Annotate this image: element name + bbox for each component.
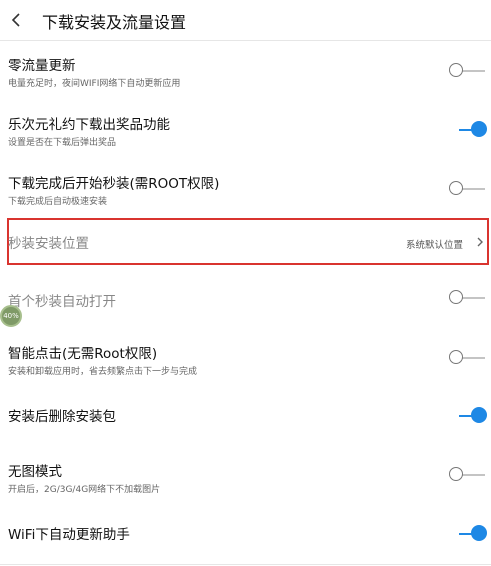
setting-label: 下载完成后开始秒装(需ROOT权限): [8, 176, 220, 192]
progress-badge: 40%: [0, 305, 22, 327]
toggle-knob: [449, 350, 463, 364]
chevron-right-icon: [475, 234, 485, 248]
toggle-switch[interactable]: [449, 61, 487, 81]
setting-label: 无图模式: [8, 464, 62, 480]
setting-zero-traffic-update[interactable]: 零流量更新 电量充足时，夜间WIFI网络下自动更新应用: [0, 50, 491, 98]
toggle-knob: [471, 407, 487, 423]
setting-label: 智能点击(无需Root权限): [8, 346, 158, 362]
setting-label: 乐次元礼约下载出奖品功能: [8, 117, 170, 133]
setting-delete-package[interactable]: 安装后删除安装包: [0, 403, 491, 429]
divider: [0, 564, 491, 565]
setting-prize-popup[interactable]: 乐次元礼约下载出奖品功能 设置是否在下载后弹出奖品: [0, 109, 491, 157]
setting-no-image-mode[interactable]: 无图模式 开启后，2G/3G/4G网络下不加载图片: [0, 456, 491, 504]
toggle-switch[interactable]: [449, 348, 487, 368]
setting-wifi-auto-update[interactable]: WiFi下自动更新助手: [0, 521, 491, 547]
toggle-switch[interactable]: [449, 120, 487, 140]
toggle-knob: [449, 181, 463, 195]
header-bar: 下载安装及流量设置: [0, 0, 491, 41]
toggle-switch[interactable]: [449, 524, 487, 544]
toggle-switch[interactable]: [449, 288, 487, 308]
setting-label: 秒装安装位置: [8, 236, 89, 252]
setting-description: 电量充足时，夜间WIFI网络下自动更新应用: [8, 79, 181, 89]
setting-label: 零流量更新: [8, 58, 76, 74]
toggle-knob: [449, 467, 463, 481]
setting-smart-click[interactable]: 智能点击(无需Root权限) 安装和卸载应用时，省去频繁点击下一步与完成: [0, 338, 491, 386]
toggle-switch[interactable]: [449, 179, 487, 199]
setting-description: 设置是否在下载后弹出奖品: [8, 138, 117, 148]
toggle-knob: [449, 63, 463, 77]
setting-auto-open-first[interactable]: 首个秒装自动打开: [0, 288, 491, 312]
setting-description: 下载完成后自动极速安装: [8, 197, 108, 207]
toggle-knob: [471, 121, 487, 137]
setting-description: 开启后，2G/3G/4G网络下不加载图片: [8, 485, 161, 495]
setting-label: 安装后删除安装包: [8, 409, 116, 425]
install-location-value: 系统默认位置: [405, 240, 463, 251]
setting-label: 首个秒装自动打开: [8, 294, 116, 310]
toggle-knob: [471, 525, 487, 541]
toggle-switch[interactable]: [449, 406, 487, 426]
toggle-switch[interactable]: [449, 465, 487, 485]
setting-label: WiFi下自动更新助手: [8, 527, 130, 543]
page-title: 下载安装及流量设置: [42, 13, 187, 32]
back-arrow-icon[interactable]: [8, 10, 24, 30]
setting-instant-install[interactable]: 下载完成后开始秒装(需ROOT权限) 下载完成后自动极速安装: [0, 168, 491, 216]
toggle-knob: [449, 290, 463, 304]
setting-description: 安装和卸载应用时，省去频繁点击下一步与完成: [8, 367, 198, 377]
